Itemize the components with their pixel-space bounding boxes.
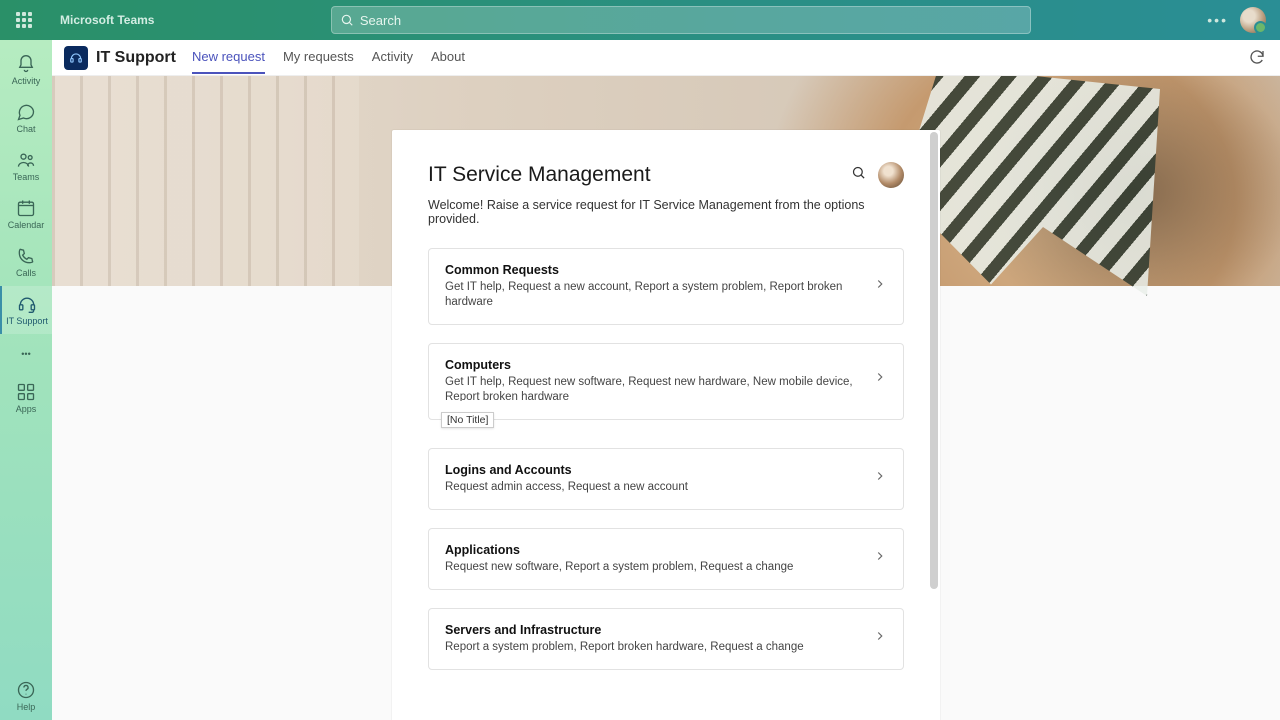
chevron-right-icon	[873, 549, 887, 568]
refresh-button[interactable]	[1248, 48, 1268, 68]
content: IT Service Management Welcome! Raise a s…	[52, 76, 1280, 720]
help-icon	[16, 680, 36, 700]
rail-label: Activity	[12, 76, 41, 86]
rail-item-it-support[interactable]: IT Support	[0, 286, 52, 334]
chevron-right-icon	[873, 277, 887, 296]
card-logins-accounts[interactable]: Logins and Accounts Request admin access…	[428, 448, 904, 510]
waffle-icon	[16, 12, 32, 28]
apps-icon	[16, 382, 36, 402]
card-title: Applications	[445, 543, 861, 557]
rail-item-activity[interactable]: Activity	[0, 46, 52, 94]
headset-icon	[17, 294, 37, 314]
search-wrap: Search	[154, 6, 1207, 34]
teams-icon	[16, 150, 36, 170]
card-desc: Request new software, Report a system pr…	[445, 560, 861, 575]
card-text: Common Requests Get IT help, Request a n…	[445, 263, 861, 310]
card-title: Servers and Infrastructure	[445, 623, 861, 637]
phone-icon	[16, 246, 36, 266]
page: IT Support New request My requests Activ…	[52, 40, 1280, 720]
panel-head-actions	[851, 162, 904, 188]
search-icon	[851, 165, 866, 180]
search-input[interactable]: Search	[331, 6, 1031, 34]
card-applications[interactable]: Applications Request new software, Repor…	[428, 528, 904, 590]
card-title: Common Requests	[445, 263, 861, 277]
rail-label: Teams	[13, 172, 40, 182]
cards-list: Common Requests Get IT help, Request a n…	[428, 248, 904, 670]
rail-item-calls[interactable]: Calls	[0, 238, 52, 286]
titlebar-actions: •••	[1207, 7, 1272, 33]
rail-label: Apps	[16, 404, 37, 414]
rail-item-chat[interactable]: Chat	[0, 94, 52, 142]
card-desc: Get IT help, Request a new account, Repo…	[445, 280, 861, 310]
rail-label: IT Support	[6, 316, 48, 326]
tooltip: [No Title]	[441, 412, 494, 428]
rail-item-calendar[interactable]: Calendar	[0, 190, 52, 238]
card-text: Logins and Accounts Request admin access…	[445, 463, 861, 495]
tab-new-request[interactable]: New request	[192, 41, 265, 74]
panel-title: IT Service Management	[428, 163, 651, 187]
card-title: Computers	[445, 358, 861, 372]
search-icon	[340, 13, 354, 27]
scrollbar[interactable]	[930, 132, 938, 718]
tab-my-requests[interactable]: My requests	[283, 41, 354, 74]
service-panel: IT Service Management Welcome! Raise a s…	[392, 130, 940, 720]
rail-item-apps[interactable]: Apps	[0, 374, 52, 422]
rail-more-button[interactable]: •••	[21, 334, 30, 374]
rail-item-help[interactable]: Help	[0, 672, 52, 720]
card-servers-infrastructure[interactable]: Servers and Infrastructure Report a syst…	[428, 608, 904, 670]
headset-icon	[69, 51, 83, 65]
titlebar: Microsoft Teams Search •••	[0, 0, 1280, 40]
chevron-right-icon	[873, 629, 887, 648]
card-desc: Request admin access, Request a new acco…	[445, 480, 861, 495]
rail-label: Calls	[16, 268, 36, 278]
card-text: Servers and Infrastructure Report a syst…	[445, 623, 861, 655]
rail-label: Help	[17, 702, 36, 712]
card-desc: Get IT help, Request new software, Reque…	[445, 375, 861, 401]
more-options-button[interactable]: •••	[1207, 12, 1228, 28]
tab-about[interactable]: About	[431, 41, 465, 74]
card-text: Computers Get IT help, Request new softw…	[445, 358, 861, 401]
chevron-right-icon	[873, 469, 887, 488]
app-launcher-button[interactable]	[8, 4, 40, 36]
bell-icon	[16, 54, 36, 74]
rail-item-teams[interactable]: Teams	[0, 142, 52, 190]
app-badge	[64, 46, 88, 70]
rail-label: Calendar	[8, 220, 45, 230]
chevron-right-icon	[873, 370, 887, 389]
panel-head: IT Service Management	[428, 162, 904, 188]
page-header: IT Support New request My requests Activ…	[52, 40, 1280, 76]
left-rail: Activity Chat Teams Calendar Calls IT Su…	[0, 40, 52, 720]
tabs: New request My requests Activity About	[192, 41, 465, 74]
panel-profile-avatar[interactable]	[878, 162, 904, 188]
card-text: Applications Request new software, Repor…	[445, 543, 861, 575]
search-placeholder: Search	[360, 13, 401, 28]
page-header-actions	[1248, 48, 1268, 68]
card-computers[interactable]: Computers Get IT help, Request new softw…	[428, 343, 904, 420]
card-common-requests[interactable]: Common Requests Get IT help, Request a n…	[428, 248, 904, 325]
panel-subtitle: Welcome! Raise a service request for IT …	[428, 198, 904, 226]
app-name: IT Support	[96, 49, 176, 67]
card-desc: Report a system problem, Report broken h…	[445, 640, 861, 655]
panel-search-button[interactable]	[851, 165, 866, 185]
tab-activity[interactable]: Activity	[372, 41, 413, 74]
app-title: Microsoft Teams	[60, 13, 154, 27]
profile-avatar[interactable]	[1240, 7, 1266, 33]
scrollbar-thumb[interactable]	[930, 132, 938, 589]
ellipsis-icon: •••	[21, 349, 30, 359]
chat-icon	[16, 102, 36, 122]
card-title: Logins and Accounts	[445, 463, 861, 477]
refresh-icon	[1248, 48, 1266, 66]
body-row: Activity Chat Teams Calendar Calls IT Su…	[0, 40, 1280, 720]
rail-label: Chat	[16, 124, 35, 134]
calendar-icon	[16, 198, 36, 218]
